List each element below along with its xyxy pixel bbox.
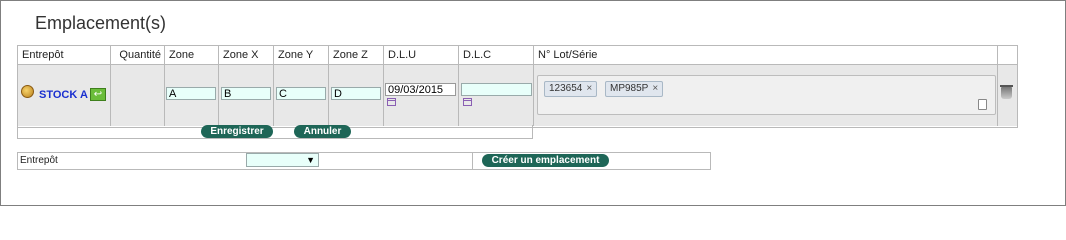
warehouse-link[interactable]: STOCK A <box>39 89 88 101</box>
zone-z-input[interactable]: D <box>331 87 381 100</box>
header-lot-serie: N° Lot/Série <box>534 46 998 65</box>
lot-tag-label: MP985P <box>610 83 649 94</box>
zone-y-input[interactable]: C <box>276 87 326 100</box>
page-title: Emplacement(s) <box>35 13 167 33</box>
lot-tag[interactable]: 123654 × <box>544 81 598 97</box>
header-actions <box>998 46 1017 65</box>
close-icon[interactable]: × <box>652 83 658 94</box>
bar-divider <box>472 153 473 169</box>
enter-icon[interactable]: ↩ <box>90 88 106 101</box>
cancel-button[interactable]: Annuler <box>294 125 351 138</box>
lot-tag[interactable]: MP985P × <box>605 81 664 97</box>
chevron-down-icon: ▼ <box>306 155 315 165</box>
warehouse-select[interactable]: ▼ <box>246 153 319 167</box>
header-entrepot: Entrepôt <box>18 46 111 65</box>
header-zone-x: Zone X <box>219 46 274 65</box>
lot-tag-label: 123654 <box>549 83 583 94</box>
header-quantite: Quantité <box>111 46 165 65</box>
cell-quantite <box>111 65 165 126</box>
zone-input[interactable]: A <box>166 87 216 100</box>
delete-icon[interactable] <box>1000 85 1013 99</box>
dlu-input[interactable]: 09/03/2015 <box>385 83 456 96</box>
calendar-icon[interactable] <box>387 98 396 106</box>
save-button[interactable]: Enregistrer <box>201 125 273 138</box>
zone-x-input[interactable]: B <box>221 87 271 100</box>
header-zone: Zone <box>165 46 219 65</box>
warehouse-label: Entrepôt <box>20 155 58 166</box>
warehouse-icon <box>21 85 34 98</box>
calendar-icon[interactable] <box>463 98 472 106</box>
row-actions <box>17 125 533 139</box>
lot-serie-tag-input[interactable]: 123654 × MP985P × <box>537 75 996 115</box>
dlc-input[interactable] <box>461 83 532 96</box>
header-zone-y: Zone Y <box>274 46 329 65</box>
header-zone-z: Zone Z <box>329 46 384 65</box>
header-dlc: D.L.C <box>459 46 534 65</box>
header-dlu: D.L.U <box>384 46 459 65</box>
create-location-button[interactable]: Créer un emplacement <box>482 154 609 167</box>
close-icon[interactable]: × <box>586 83 592 94</box>
list-menu-icon[interactable] <box>978 99 987 110</box>
